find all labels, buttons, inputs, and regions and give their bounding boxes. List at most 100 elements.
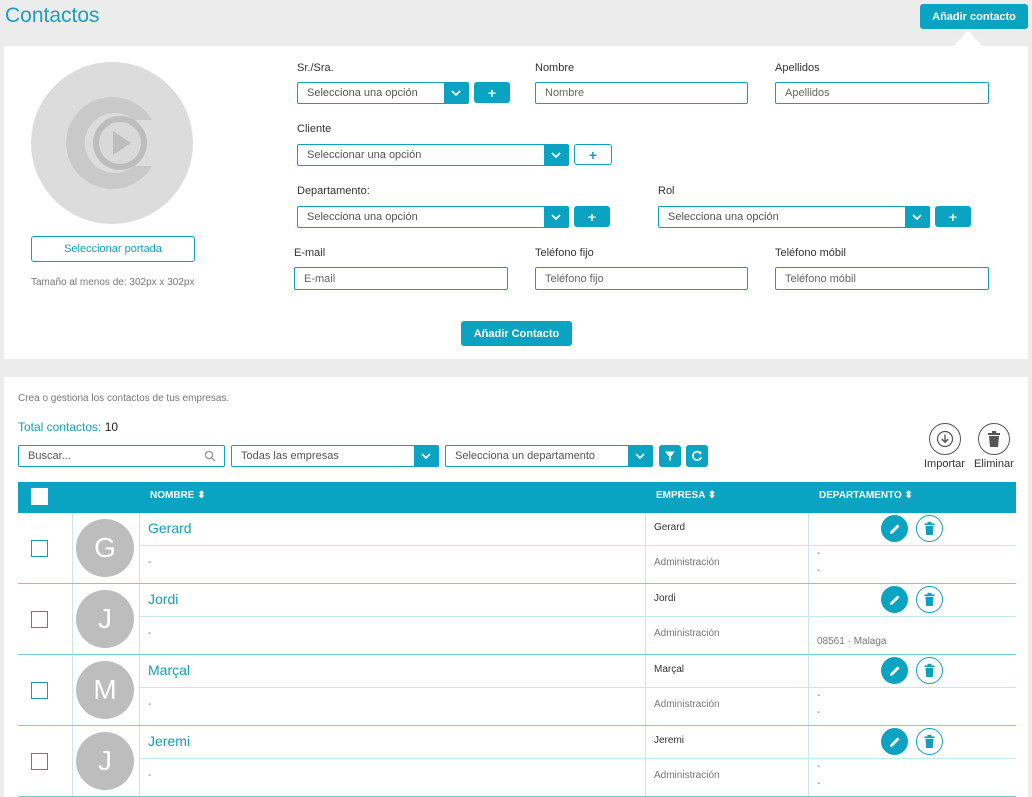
select-cover-button[interactable]: Seleccionar portada [31, 236, 195, 262]
company-name: Gerard [654, 522, 686, 533]
company-name: Jordi [654, 593, 676, 604]
first-name-field[interactable]: Nombre [535, 82, 748, 104]
department-select[interactable]: Selecciona una opción [297, 206, 569, 228]
row-inner-divider [139, 687, 1016, 688]
address-line-2: - [817, 707, 821, 718]
avatar-initial: M [93, 674, 117, 705]
row-checkbox[interactable] [31, 753, 48, 770]
client-select[interactable]: Seleccionar una opción [297, 144, 569, 166]
trash-icon [924, 734, 935, 748]
email-field[interactable]: E-mail [294, 267, 508, 290]
trash-icon [924, 663, 935, 677]
avatar-initial: J [98, 745, 112, 776]
column-divider [72, 655, 73, 726]
pencil-icon [889, 523, 900, 534]
column-department-header[interactable]: DEPARTAMENTO ⬍ [819, 490, 913, 501]
avatar: J [76, 732, 134, 790]
address-line-2: 08561 · Malaga [817, 636, 887, 647]
chevron-down-icon [414, 446, 438, 466]
trash-icon [988, 431, 1000, 447]
sort-icon: ⬍ [901, 490, 913, 501]
company-name: Jeremi [654, 735, 685, 746]
avatar: G [76, 519, 134, 577]
search-input[interactable]: Buscar... [18, 445, 225, 467]
pencil-icon [889, 665, 900, 676]
mobile-label: Teléfono móbil [775, 247, 846, 259]
address-line-1: - [817, 690, 821, 701]
sort-icon: ⬍ [194, 490, 206, 501]
mobile-field[interactable]: Teléfono móbil [775, 267, 989, 290]
column-divider [72, 513, 73, 584]
column-divider [139, 726, 140, 797]
company-filter-value: Todas las empresas [241, 450, 339, 462]
role-select[interactable]: Selecciona una opción [658, 206, 930, 228]
refresh-button[interactable] [686, 445, 708, 467]
edit-button[interactable] [881, 728, 908, 755]
address-line-1: - [817, 761, 821, 772]
contact-detail: - [148, 770, 152, 781]
first-name-label: Nombre [535, 62, 575, 74]
edit-button[interactable] [881, 515, 908, 542]
row-checkbox[interactable] [31, 682, 48, 699]
department-filter-select[interactable]: Selecciona un departamento [445, 445, 653, 467]
last-name-label: Apellidos [775, 62, 820, 74]
sort-icon: ⬍ [705, 490, 717, 501]
table-row: J Jeremi - Jeremi Administración - - [18, 726, 1016, 797]
column-company-label: EMPRESA [656, 490, 706, 501]
add-salutation-button[interactable]: + [474, 82, 510, 103]
chevron-down-icon [628, 446, 652, 466]
contact-name-link[interactable]: Marçal [148, 662, 190, 678]
bulk-delete-button[interactable] [978, 423, 1010, 455]
row-inner-divider [139, 758, 1016, 759]
delete-button[interactable] [916, 728, 943, 755]
video-logo-icon [66, 96, 152, 189]
column-divider [139, 513, 140, 584]
column-name-header[interactable]: NOMBRE ⬍ [150, 490, 206, 501]
add-department-button[interactable]: + [574, 206, 610, 227]
company-filter-select[interactable]: Todas las empresas [231, 445, 439, 467]
total-contacts: Total contactos: 10 [18, 420, 118, 434]
row-inner-divider [139, 545, 1016, 546]
trash-icon [924, 592, 935, 606]
row-checkbox[interactable] [31, 540, 48, 557]
contact-name-link[interactable]: Gerard [148, 520, 192, 536]
edit-button[interactable] [881, 586, 908, 613]
phone-field[interactable]: Teléfono fijo [535, 267, 748, 290]
client-label: Cliente [297, 123, 332, 135]
pencil-icon [889, 736, 900, 747]
search-placeholder: Buscar... [28, 450, 71, 462]
column-divider [139, 584, 140, 655]
department-name: Administración [654, 770, 720, 781]
import-button[interactable] [929, 423, 961, 455]
department-label: Departamento: [297, 185, 370, 197]
trash-icon [924, 521, 935, 535]
contact-name-link[interactable]: Jordi [148, 591, 178, 607]
column-company-header[interactable]: EMPRESA ⬍ [656, 490, 716, 501]
add-client-button[interactable]: + [574, 144, 612, 165]
filter-button[interactable] [659, 445, 681, 467]
avatar-initial: G [94, 532, 116, 563]
delete-button[interactable] [916, 515, 943, 542]
column-divider [645, 513, 646, 584]
contact-detail: - [148, 557, 152, 568]
contact-name-link[interactable]: Jeremi [148, 733, 190, 749]
delete-label: Eliminar [974, 458, 1014, 470]
select-all-checkbox[interactable] [31, 488, 48, 505]
delete-button[interactable] [916, 586, 943, 613]
client-value: Seleccionar una opción [307, 149, 422, 161]
add-contact-top-button[interactable]: Añadir contacto [920, 4, 1028, 29]
add-role-button[interactable]: + [935, 206, 971, 227]
submit-contact-button[interactable]: Añadir Contacto [461, 321, 572, 346]
pencil-icon [889, 594, 900, 605]
delete-button[interactable] [916, 657, 943, 684]
last-name-field[interactable]: Apellidos [775, 82, 989, 104]
row-inner-divider [139, 616, 1016, 617]
chevron-down-icon [544, 145, 568, 165]
salutation-select[interactable]: Selecciona una opción [297, 82, 469, 104]
cover-placeholder[interactable] [31, 62, 193, 224]
edit-button[interactable] [881, 657, 908, 684]
total-contacts-label: Total contactos: [18, 420, 102, 434]
table-row: G Gerard - Gerard Administración - - [18, 513, 1016, 584]
filter-icon [665, 451, 675, 461]
row-checkbox[interactable] [31, 611, 48, 628]
